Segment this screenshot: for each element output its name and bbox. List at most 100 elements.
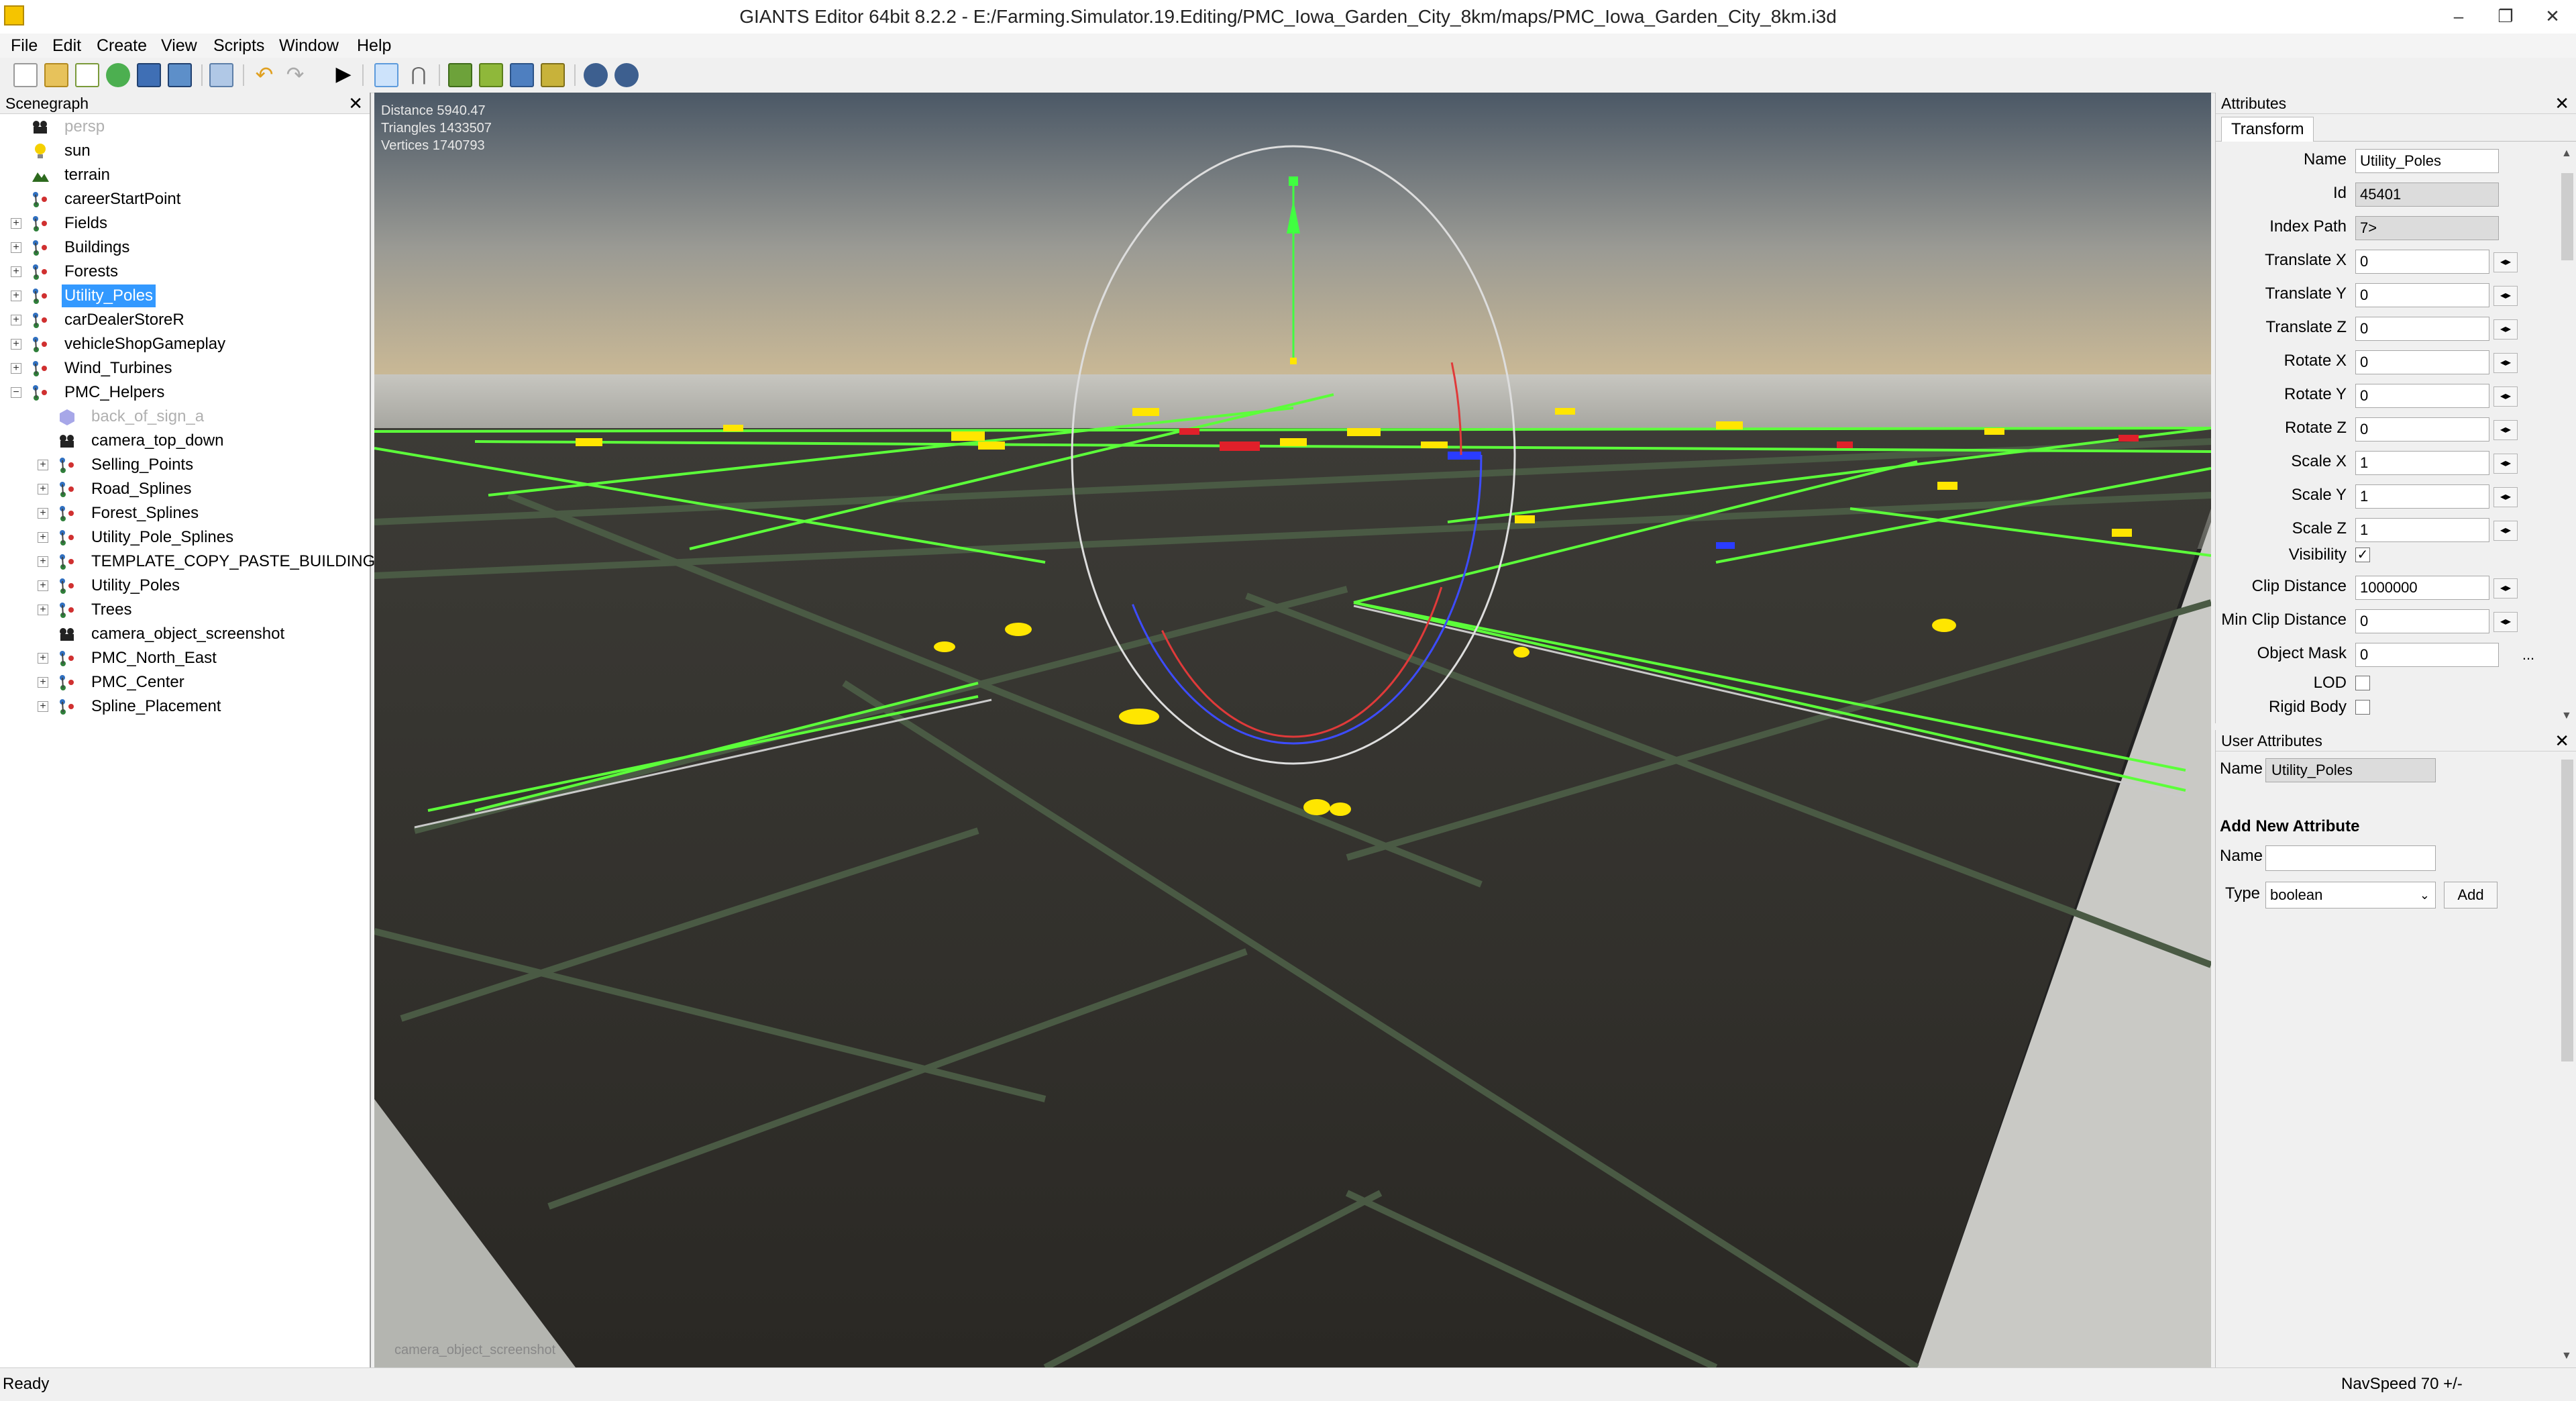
- tree-node[interactable]: + Utility_Pole_Splines: [0, 526, 368, 549]
- translate-z-input[interactable]: 0: [2355, 317, 2489, 341]
- tree-node[interactable]: camera_top_down: [0, 429, 368, 452]
- expand-toggle-icon[interactable]: +: [38, 460, 48, 470]
- scroll-down-icon[interactable]: ▼: [2561, 710, 2572, 722]
- expand-toggle-icon[interactable]: +: [11, 218, 21, 229]
- expand-toggle-icon[interactable]: +: [38, 508, 48, 519]
- scale-y-input[interactable]: 1: [2355, 484, 2489, 509]
- rigid-body-checkbox[interactable]: [2355, 700, 2370, 715]
- user-attributes-scroll-thumb[interactable]: [2561, 760, 2573, 1061]
- tree-node[interactable]: + Spline_Placement: [0, 695, 368, 718]
- tree-node[interactable]: camera_object_screenshot: [0, 623, 368, 645]
- play-icon[interactable]: ▶: [331, 63, 356, 87]
- tree-node[interactable]: terrain: [0, 164, 368, 187]
- tree-node[interactable]: + Wind_Turbines: [0, 357, 368, 380]
- scale-x-spinner[interactable]: ◂▸: [2493, 454, 2518, 474]
- tree-node[interactable]: − PMC_Helpers: [0, 381, 368, 404]
- clip-distance-spinner[interactable]: ◂▸: [2493, 578, 2518, 599]
- tree-node[interactable]: + Trees: [0, 599, 368, 621]
- reload-icon[interactable]: [106, 63, 130, 87]
- rotate-y-spinner[interactable]: ◂▸: [2493, 386, 2518, 407]
- scale-y-spinner[interactable]: ◂▸: [2493, 487, 2518, 507]
- translate-y-input[interactable]: 0: [2355, 283, 2489, 307]
- expand-toggle-icon[interactable]: +: [38, 653, 48, 664]
- minimize-button[interactable]: –: [2435, 0, 2482, 34]
- edit-file-icon[interactable]: [75, 63, 99, 87]
- tree-node[interactable]: + Buildings: [0, 236, 368, 259]
- menu-edit[interactable]: Edit: [52, 34, 81, 58]
- expand-toggle-icon[interactable]: +: [38, 484, 48, 495]
- undo-icon[interactable]: ↶: [252, 63, 276, 87]
- new-attr-type-select[interactable]: boolean ⌄: [2265, 882, 2436, 909]
- menu-window[interactable]: Window: [279, 34, 339, 58]
- 3d-viewport[interactable]: Distance 5940.47 Triangles 1433507 Verti…: [374, 93, 2211, 1367]
- attributes-close-icon[interactable]: ✕: [2555, 93, 2569, 114]
- rotate-z-input[interactable]: 0: [2355, 417, 2489, 442]
- object-mask-input[interactable]: 0: [2355, 643, 2499, 667]
- user-attributes-scrollbar[interactable]: ▼: [2557, 753, 2576, 1363]
- select-mode-icon[interactable]: [374, 63, 398, 87]
- scroll-up-icon[interactable]: ▲: [2561, 148, 2572, 160]
- scenegraph-close-icon[interactable]: ✕: [348, 93, 363, 114]
- rotate-y-input[interactable]: 0: [2355, 384, 2489, 408]
- rotate-z-spinner[interactable]: ◂▸: [2493, 420, 2518, 440]
- tree-node[interactable]: + Road_Splines: [0, 478, 368, 501]
- collapse-toggle-icon[interactable]: −: [11, 387, 21, 398]
- rotate-x-input[interactable]: 0: [2355, 350, 2489, 374]
- expand-toggle-icon[interactable]: +: [11, 266, 21, 277]
- tree-node[interactable]: sun: [0, 140, 368, 162]
- expand-toggle-icon[interactable]: +: [38, 701, 48, 712]
- rotate-x-spinner[interactable]: ◂▸: [2493, 353, 2518, 373]
- attr-name-input[interactable]: Utility_Poles: [2355, 149, 2499, 173]
- tree-node[interactable]: + Forest_Splines: [0, 502, 368, 525]
- settings-gear-icon[interactable]: [584, 63, 608, 87]
- scale-z-spinner[interactable]: ◂▸: [2493, 521, 2518, 541]
- tree-node[interactable]: + carDealerStoreR: [0, 309, 368, 331]
- tree-node[interactable]: + PMC_Center: [0, 671, 368, 694]
- scripts-gear-icon[interactable]: [614, 63, 639, 87]
- open-folder-icon[interactable]: [44, 63, 68, 87]
- tree-node[interactable]: + Selling_Points: [0, 454, 368, 476]
- menu-scripts[interactable]: Scripts: [213, 34, 264, 58]
- tree-node[interactable]: careerStartPoint: [0, 188, 368, 211]
- save-as-icon[interactable]: [168, 63, 192, 87]
- terrain-sculpt-icon[interactable]: [448, 63, 472, 87]
- menu-create[interactable]: Create: [97, 34, 147, 58]
- snap-icon[interactable]: ⋂: [407, 63, 431, 87]
- tab-transform[interactable]: Transform: [2221, 117, 2314, 142]
- foliage-paint-icon[interactable]: [510, 63, 534, 87]
- expand-toggle-icon[interactable]: +: [38, 580, 48, 591]
- maximize-button[interactable]: ❐: [2482, 0, 2529, 34]
- translate-x-spinner[interactable]: ◂▸: [2493, 252, 2518, 272]
- scale-x-input[interactable]: 1: [2355, 451, 2489, 475]
- tree-node[interactable]: back_of_sign_a: [0, 405, 368, 428]
- expand-toggle-icon[interactable]: +: [11, 315, 21, 325]
- add-attribute-button[interactable]: Add: [2444, 882, 2498, 909]
- expand-toggle-icon[interactable]: +: [11, 242, 21, 253]
- tree-node[interactable]: + Fields: [0, 212, 368, 235]
- close-window-button[interactable]: ✕: [2529, 0, 2576, 34]
- tree-node[interactable]: + TEMPLATE_COPY_PASTE_BUILDING: [0, 550, 375, 573]
- tree-node[interactable]: + Forests: [0, 260, 368, 283]
- tree-node[interactable]: persp: [0, 115, 368, 138]
- visibility-checkbox[interactable]: ✓: [2355, 548, 2370, 562]
- object-mask-browse-button[interactable]: ...: [2516, 645, 2540, 666]
- info-layer-icon[interactable]: [541, 63, 565, 87]
- redo-icon[interactable]: ↷: [283, 63, 307, 87]
- attributes-scrollbar[interactable]: ▲ ▼: [2557, 146, 2576, 723]
- import-icon[interactable]: [209, 63, 233, 87]
- new-file-icon[interactable]: [13, 63, 38, 87]
- attributes-scroll-thumb[interactable]: [2561, 173, 2573, 260]
- tree-node[interactable]: + PMC_North_East: [0, 647, 368, 670]
- expand-toggle-icon[interactable]: +: [38, 532, 48, 543]
- tree-node[interactable]: + Utility_Poles: [0, 284, 368, 307]
- min-clip-distance-spinner[interactable]: ◂▸: [2493, 612, 2518, 632]
- lod-checkbox[interactable]: [2355, 676, 2370, 690]
- user-attributes-close-icon[interactable]: ✕: [2555, 730, 2569, 751]
- terrain-paint-icon[interactable]: [479, 63, 503, 87]
- min-clip-distance-input[interactable]: 0: [2355, 609, 2489, 633]
- translate-y-spinner[interactable]: ◂▸: [2493, 286, 2518, 306]
- expand-toggle-icon[interactable]: +: [38, 677, 48, 688]
- expand-toggle-icon[interactable]: +: [38, 556, 48, 567]
- expand-toggle-icon[interactable]: +: [11, 291, 21, 301]
- scroll-down-icon[interactable]: ▼: [2561, 1350, 2572, 1362]
